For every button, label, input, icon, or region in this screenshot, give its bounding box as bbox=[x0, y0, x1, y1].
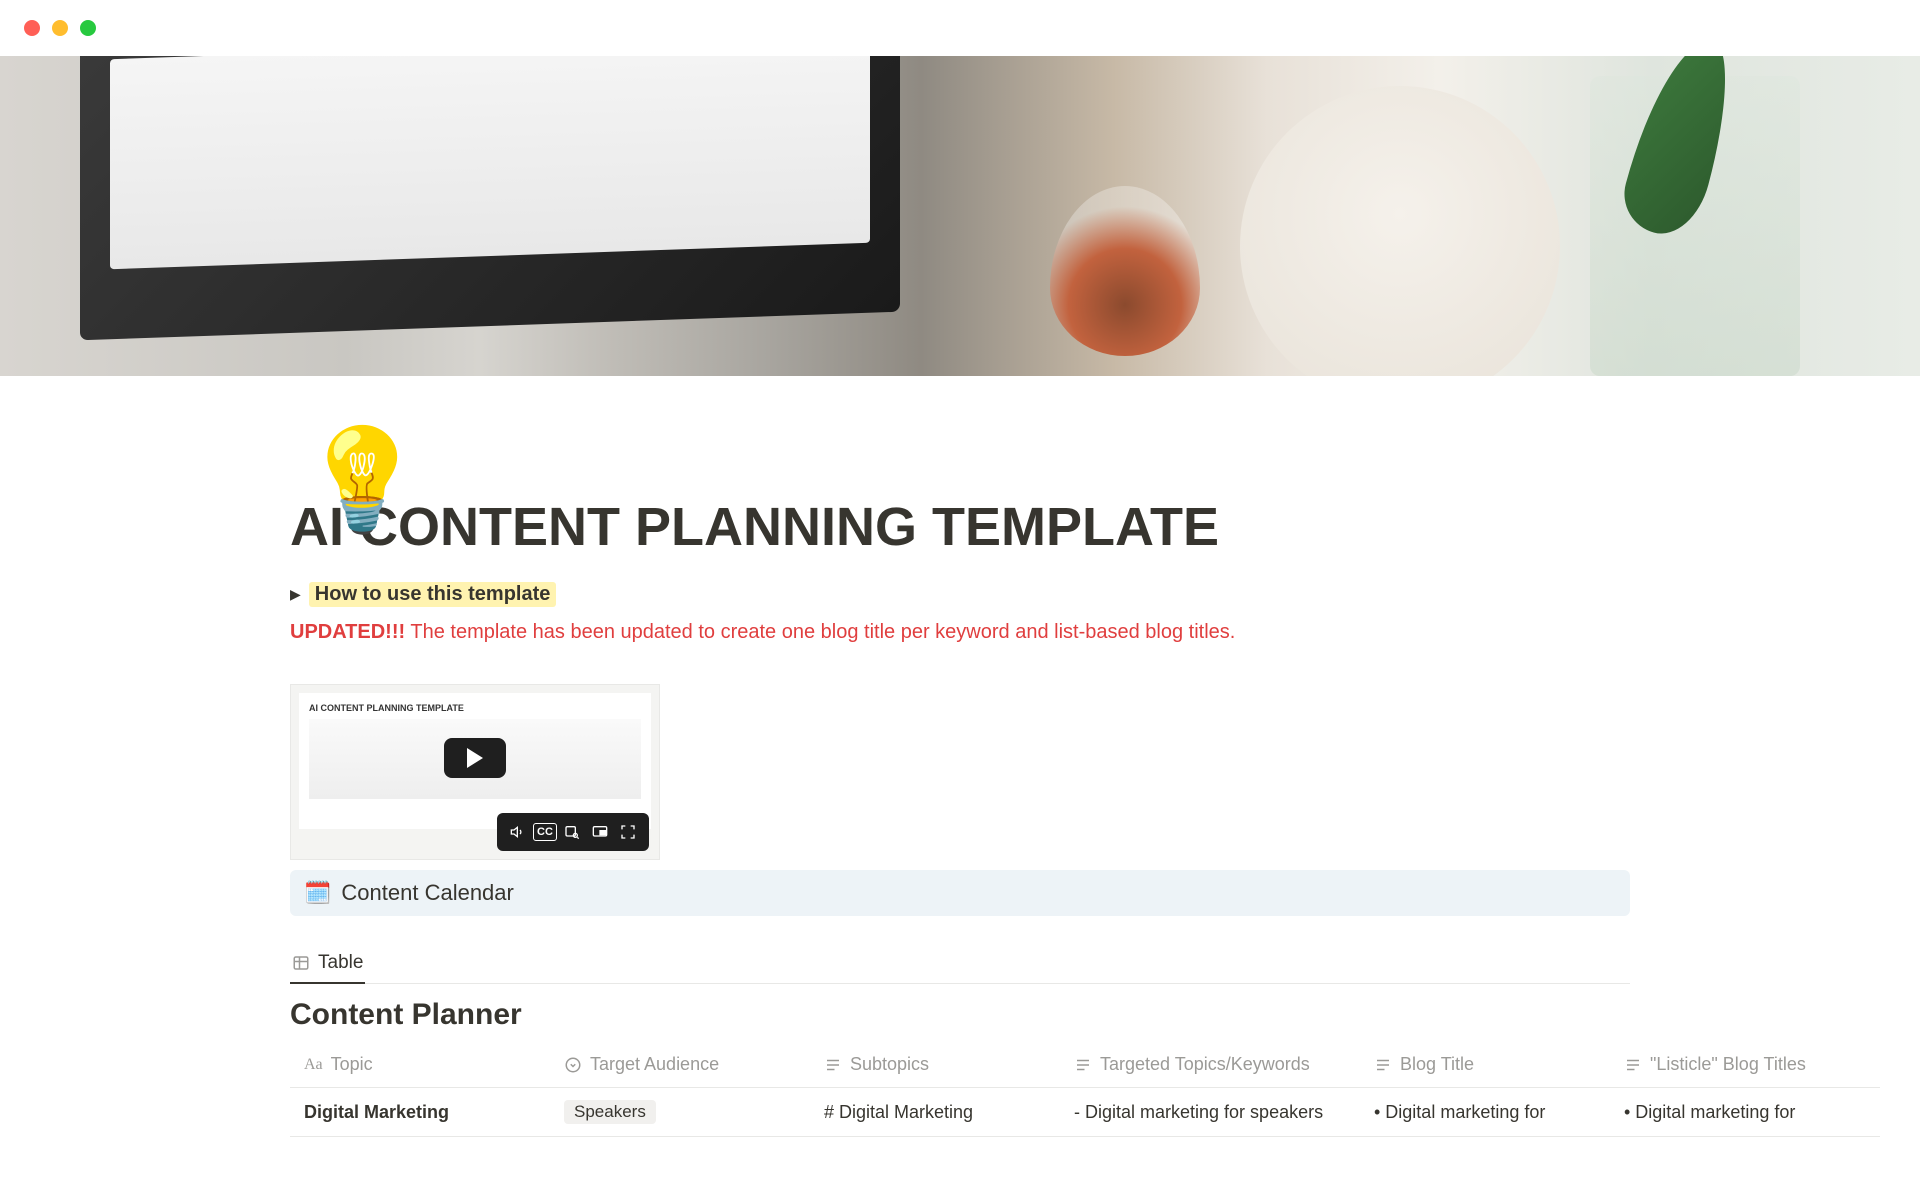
video-embed[interactable]: AI CONTENT PLANNING TEMPLATE CC bbox=[290, 684, 660, 860]
col-subtopics[interactable]: Subtopics bbox=[810, 1042, 1060, 1088]
col-topic[interactable]: Aa Topic bbox=[290, 1042, 550, 1088]
page-title: AI CONTENT PLANNING TEMPLATE bbox=[290, 496, 1630, 558]
content-planner-table: Aa Topic Target Audience Subtopics Target… bbox=[290, 1042, 1880, 1137]
pip-icon[interactable] bbox=[587, 819, 613, 845]
toggle-label: How to use this template bbox=[309, 582, 557, 607]
minimize-window-dot[interactable] bbox=[52, 20, 68, 36]
title-prop-icon: Aa bbox=[304, 1056, 323, 1074]
content-calendar-link[interactable]: 🗓️ Content Calendar bbox=[290, 870, 1630, 916]
col-listicle-label: "Listicle" Blog Titles bbox=[1650, 1054, 1806, 1075]
volume-icon[interactable] bbox=[505, 819, 531, 845]
col-keywords-label: Targeted Topics/Keywords bbox=[1100, 1054, 1310, 1075]
text-prop-icon bbox=[824, 1056, 842, 1074]
cell-subtopics[interactable]: # Digital Marketing bbox=[810, 1088, 1060, 1137]
tab-table[interactable]: Table bbox=[290, 944, 365, 984]
update-prefix: UPDATED!!! bbox=[290, 621, 405, 643]
calendar-icon: 🗓️ bbox=[304, 880, 331, 906]
col-target-audience[interactable]: Target Audience bbox=[550, 1042, 810, 1088]
update-text: The template has been updated to create … bbox=[405, 621, 1235, 643]
tab-table-label: Table bbox=[318, 952, 363, 974]
how-to-toggle[interactable]: ▶ How to use this template bbox=[290, 582, 1630, 607]
col-blog-title[interactable]: Blog Title bbox=[1360, 1042, 1610, 1088]
close-window-dot[interactable] bbox=[24, 20, 40, 36]
col-listicle[interactable]: "Listicle" Blog Titles bbox=[1610, 1042, 1880, 1088]
cell-audience[interactable]: Speakers bbox=[550, 1088, 810, 1137]
cc-icon[interactable]: CC bbox=[533, 823, 557, 841]
text-prop-icon bbox=[1374, 1056, 1392, 1074]
window-controls bbox=[0, 0, 1920, 56]
col-subtopics-label: Subtopics bbox=[850, 1054, 929, 1075]
col-keywords[interactable]: Targeted Topics/Keywords bbox=[1060, 1042, 1360, 1088]
cell-topic[interactable]: Digital Marketing bbox=[290, 1088, 550, 1137]
play-icon[interactable] bbox=[444, 738, 506, 778]
video-controls: CC bbox=[497, 813, 649, 851]
table-header-row: Aa Topic Target Audience Subtopics Target… bbox=[290, 1042, 1880, 1088]
cell-listicle[interactable]: • Digital marketing for bbox=[1610, 1088, 1880, 1137]
view-tabs: Table bbox=[290, 944, 1630, 984]
calendar-link-label: Content Calendar bbox=[341, 880, 513, 906]
transcript-search-icon[interactable] bbox=[559, 819, 585, 845]
fullscreen-icon[interactable] bbox=[615, 819, 641, 845]
cell-keywords[interactable]: - Digital marketing for speakers bbox=[1060, 1088, 1360, 1137]
col-blogtitle-label: Blog Title bbox=[1400, 1054, 1474, 1075]
maximize-window-dot[interactable] bbox=[80, 20, 96, 36]
toggle-triangle-icon: ▶ bbox=[290, 586, 301, 603]
content-planner-title: Content Planner bbox=[290, 998, 1630, 1032]
video-thumb-title: AI CONTENT PLANNING TEMPLATE bbox=[309, 703, 641, 713]
col-topic-label: Topic bbox=[331, 1054, 373, 1075]
table-row[interactable]: Digital Marketing Speakers # Digital Mar… bbox=[290, 1088, 1880, 1137]
table-icon bbox=[292, 954, 310, 972]
text-prop-icon bbox=[1074, 1056, 1092, 1074]
select-prop-icon bbox=[564, 1056, 582, 1074]
text-prop-icon bbox=[1624, 1056, 1642, 1074]
col-audience-label: Target Audience bbox=[590, 1054, 719, 1075]
cover-image[interactable] bbox=[0, 56, 1920, 376]
update-notice: UPDATED!!! The template has been updated… bbox=[290, 621, 1630, 644]
page-icon[interactable]: 💡 bbox=[300, 430, 425, 530]
audience-tag: Speakers bbox=[564, 1100, 656, 1124]
cell-blog-title[interactable]: • Digital marketing for bbox=[1360, 1088, 1610, 1137]
